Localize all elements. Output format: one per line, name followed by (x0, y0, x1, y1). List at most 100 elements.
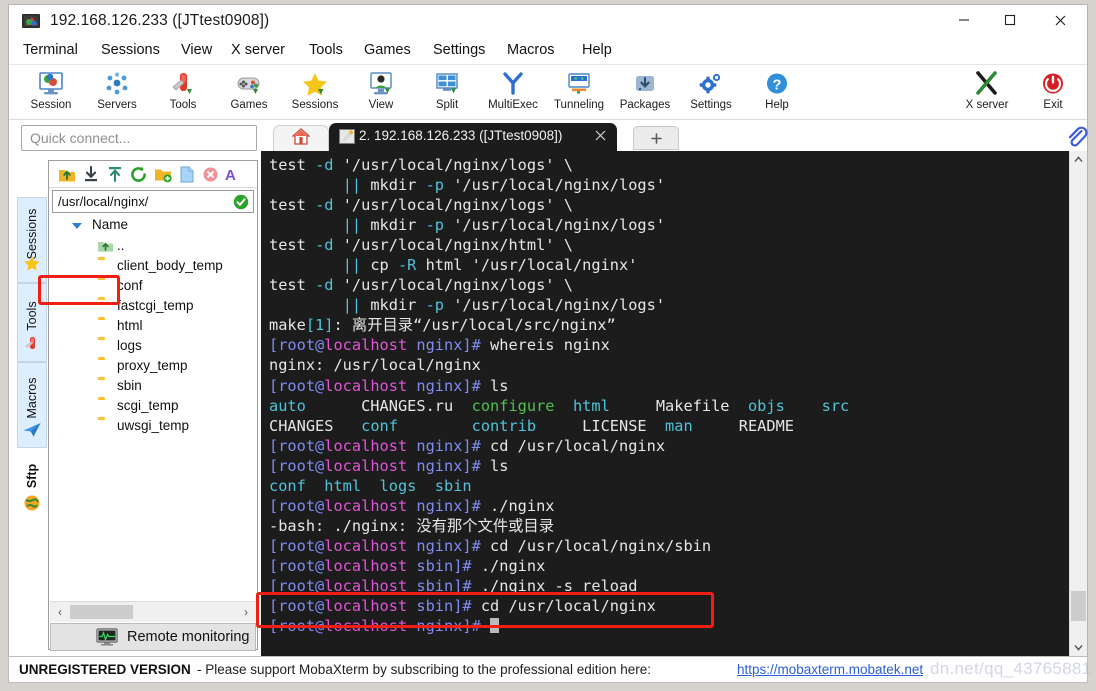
games-icon (217, 69, 281, 99)
terminal-line: test -d '/usr/local/nginx/logs' \ (269, 276, 573, 295)
sftp-horizontal-scrollbar[interactable]: ‹ › (50, 601, 256, 622)
menu-sessions[interactable]: Sessions (101, 42, 160, 62)
toolbar-button-games[interactable]: Games (217, 69, 281, 119)
refresh-icon[interactable] (129, 165, 148, 184)
menu-macros[interactable]: Macros (507, 42, 555, 62)
toolbar-button-tunneling[interactable]: Tunneling (547, 69, 611, 119)
paperclip-icon[interactable] (1065, 125, 1089, 149)
maximize-button[interactable] (987, 5, 1033, 35)
quick-connect-box[interactable] (21, 125, 257, 151)
delete-icon[interactable] (201, 165, 220, 184)
menu-games[interactable]: Games (364, 42, 411, 62)
folder-icon (98, 300, 113, 313)
menu-settings[interactable]: Settings (433, 42, 485, 62)
toolbar-button-packages[interactable]: Packages (613, 69, 677, 119)
list-item[interactable]: client_body_temp (50, 257, 256, 277)
toolbar-divider (9, 119, 1087, 120)
scroll-right-arrow[interactable]: › (239, 604, 253, 620)
terminal-line: nginx: /usr/local/nginx (269, 356, 481, 375)
sort-descending-icon (72, 223, 82, 229)
toolbar-label: MultiExec (488, 99, 538, 111)
toolbar-label: Session (30, 99, 72, 111)
scroll-left-arrow[interactable]: ‹ (53, 604, 67, 620)
sidebar-tab-label: Sessions (25, 208, 39, 260)
list-item[interactable]: sbin (50, 377, 256, 397)
text-mode-icon[interactable]: A (225, 165, 239, 184)
list-item[interactable]: .. (50, 237, 256, 257)
menu-terminal[interactable]: Terminal (23, 42, 78, 62)
folder-icon (98, 260, 113, 273)
scrollbar-thumb[interactable] (1071, 591, 1086, 621)
file-name: conf (117, 278, 143, 293)
sidebar-tab-tools[interactable]: Tools (17, 283, 47, 362)
new-file-icon[interactable] (177, 165, 196, 184)
list-item[interactable]: fastcgi_temp (50, 297, 256, 317)
toolbar-button-exit[interactable]: Exit (1021, 69, 1085, 119)
sidebar-tab-macros[interactable]: Macros (17, 362, 47, 448)
paper-plane-icon (23, 421, 42, 443)
terminal-line: test -d '/usr/local/nginx/logs' \ (269, 196, 573, 215)
svg-text:?: ? (772, 76, 781, 93)
list-item[interactable]: uwsgi_temp (50, 417, 256, 437)
file-name: uwsgi_temp (117, 418, 190, 433)
mobaxterm-window: 192.168.126.233 ([JTtest0908]) Terminal … (0, 0, 1096, 691)
toolbar-button-help[interactable]: ? Help (745, 69, 809, 119)
toolbar-button-view[interactable]: View (349, 69, 413, 119)
toolbar-button-session[interactable]: Session (19, 69, 83, 119)
terminal-tab-active[interactable]: 2. 192.168.126.233 ([JTtest0908]) (329, 123, 617, 151)
close-icon[interactable] (592, 127, 608, 143)
sftp-panel: A /usr/local/nginx/ Name .. client_body_… (48, 160, 258, 651)
toolbar-button-sessions[interactable]: Sessions (283, 69, 347, 119)
toolbar-button-xserver[interactable]: X server (955, 69, 1019, 119)
sidebar-tab-sftp[interactable]: Sftp (17, 448, 47, 522)
xserver-icon (955, 69, 1019, 99)
menu-tools[interactable]: Tools (309, 42, 343, 62)
upload-icon[interactable] (105, 165, 124, 184)
exit-power-icon (1021, 69, 1085, 99)
terminal-line: [root@localhost nginx]# cd /usr/local/ng… (269, 536, 712, 555)
quick-connect-input[interactable] (22, 126, 256, 150)
toolbar-button-multiexec[interactable]: MultiExec (481, 69, 545, 119)
app-logo-icon (22, 13, 41, 31)
home-tab[interactable] (273, 125, 329, 151)
list-item[interactable]: html (50, 317, 256, 337)
minimize-button[interactable] (941, 5, 987, 35)
folder-icon (98, 340, 113, 353)
scrollbar-thumb[interactable] (70, 605, 133, 619)
list-item-conf[interactable]: conf (50, 277, 256, 297)
toolbar-button-settings[interactable]: Settings (679, 69, 743, 119)
add-tab-button[interactable] (633, 126, 679, 150)
toolbar-label: Settings (690, 99, 732, 111)
list-item[interactable]: scgi_temp (50, 397, 256, 417)
remote-monitoring-button[interactable]: Remote monitoring (50, 623, 256, 651)
status-message: - Please support MobaXterm by subscribin… (197, 662, 651, 677)
terminal-vertical-scrollbar[interactable] (1069, 151, 1087, 656)
menu-help[interactable]: Help (582, 42, 612, 62)
toolbar-button-tools[interactable]: Tools (151, 69, 215, 119)
star-icon (23, 255, 41, 278)
new-folder-icon[interactable] (153, 165, 172, 184)
close-button[interactable] (1037, 5, 1083, 35)
sidebar-tab-label: Tools (25, 301, 39, 331)
mobaxterm-link[interactable]: https://mobaxterm.mobatek.net (737, 662, 923, 677)
download-icon[interactable] (81, 165, 100, 184)
terminal-line: conf html logs sbin (269, 476, 472, 495)
scroll-up-arrow[interactable] (1070, 151, 1087, 168)
sidebar-tab-sessions[interactable]: Sessions (17, 197, 47, 283)
scroll-down-arrow[interactable] (1070, 639, 1087, 656)
list-item[interactable]: proxy_temp (50, 357, 256, 377)
check-ok-icon (233, 194, 249, 210)
toolbar-button-servers[interactable]: Servers (85, 69, 149, 119)
folder-icon (98, 400, 113, 413)
sftp-path-bar[interactable]: /usr/local/nginx/ (52, 190, 254, 213)
terminal-tab-label: 2. 192.168.126.233 ([JTtest0908]) (359, 128, 563, 143)
terminal-output[interactable]: test -d '/usr/local/nginx/logs' \ || mkd… (261, 151, 1073, 656)
menu-x-server[interactable]: X server (231, 42, 285, 62)
list-item[interactable]: logs (50, 337, 256, 357)
remote-monitoring-label: Remote monitoring (127, 629, 250, 645)
toolbar-button-split[interactable]: Split (415, 69, 479, 119)
menu-view[interactable]: View (181, 42, 212, 62)
parent-folder-icon[interactable] (57, 165, 76, 184)
sftp-column-header[interactable]: Name (50, 215, 256, 236)
toolbar-label: Sessions (291, 99, 339, 111)
